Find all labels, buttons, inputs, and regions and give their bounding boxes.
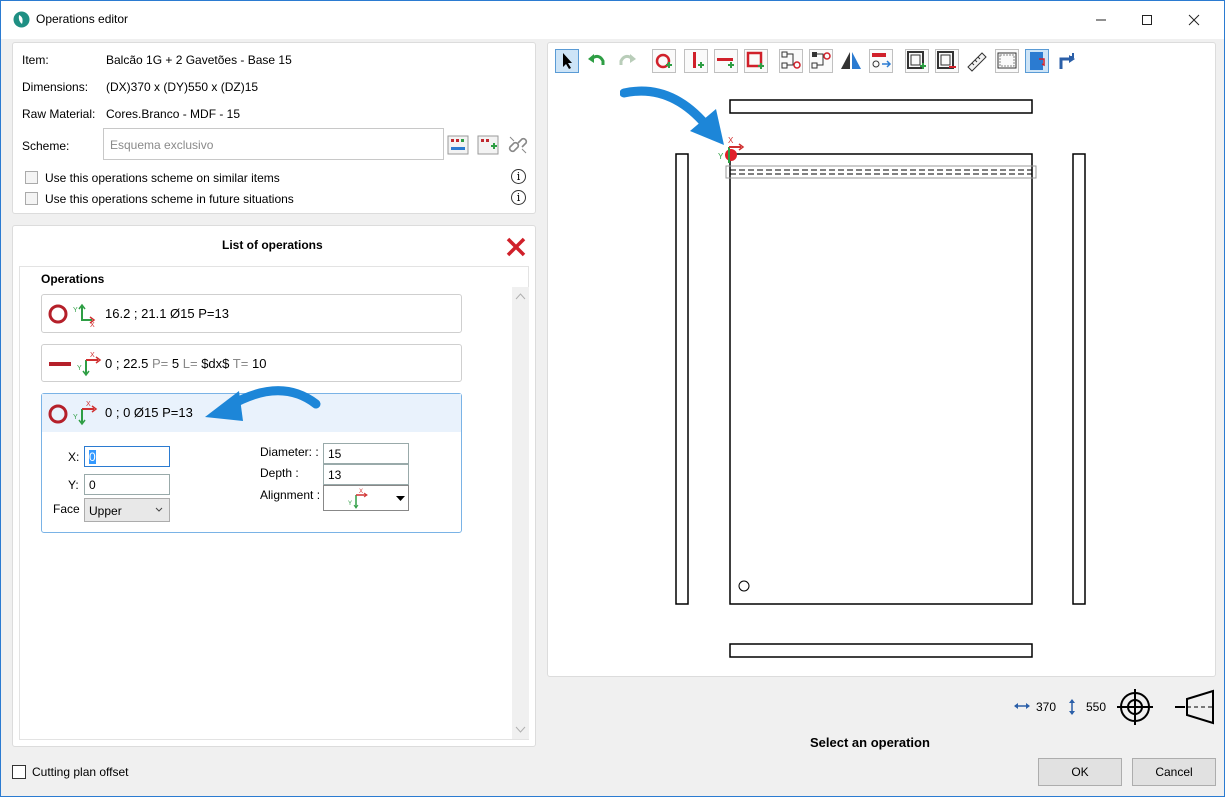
unlink-icon[interactable] bbox=[507, 134, 529, 156]
groove-operation-icon: YX bbox=[49, 352, 102, 377]
item-info-panel: Item: Balcão 1G + 2 Gavetões - Base 15 D… bbox=[12, 42, 536, 214]
delete-operation-icon[interactable] bbox=[505, 236, 527, 258]
operations-scrollbar[interactable] bbox=[512, 287, 529, 739]
scheme-placeholder: Esquema exclusivo bbox=[110, 138, 214, 152]
future-situations-label: Use this operations scheme in future sit… bbox=[45, 192, 294, 206]
svg-text:X: X bbox=[90, 322, 95, 328]
add-horizontal-groove-icon[interactable] bbox=[714, 49, 738, 73]
status-message: Select an operation bbox=[810, 735, 930, 750]
window-title: Operations editor bbox=[36, 12, 129, 26]
crosshair-target-icon[interactable] bbox=[1115, 688, 1155, 726]
dimensions-label: Dimensions: bbox=[22, 80, 89, 94]
operation-item-text: 16.2 ; 21.1 Ø15 P=13 bbox=[105, 306, 229, 321]
item-value: Balcão 1G + 2 Gavetões - Base 15 bbox=[106, 53, 292, 67]
scheme-input[interactable]: Esquema exclusivo bbox=[103, 128, 444, 160]
similar-items-info-icon[interactable]: i bbox=[511, 169, 526, 184]
rotate-view-icon[interactable] bbox=[1055, 49, 1079, 73]
x-label: X: bbox=[68, 450, 80, 464]
cancel-button[interactable]: Cancel bbox=[1132, 758, 1216, 786]
raw-material-label: Raw Material: bbox=[22, 107, 96, 121]
svg-text:X: X bbox=[359, 489, 363, 495]
face-select[interactable]: Upper bbox=[84, 498, 170, 522]
move-operation-icon[interactable] bbox=[869, 49, 893, 73]
ok-button[interactable]: OK bbox=[1038, 758, 1122, 786]
face-label: Face : bbox=[53, 502, 87, 516]
minimize-icon bbox=[1096, 19, 1106, 21]
close-window-button[interactable] bbox=[1171, 1, 1217, 39]
add-hinge-set-icon[interactable] bbox=[779, 49, 803, 73]
remove-frame-icon[interactable] bbox=[935, 49, 959, 73]
add-vertical-groove-icon[interactable] bbox=[684, 49, 708, 73]
depth-label: Depth : bbox=[260, 466, 299, 480]
dimensions-value: (DX)370 x (DY)550 x (DZ)15 bbox=[106, 80, 259, 94]
operation-item-text: 0 ; 0 Ø15 P=13 bbox=[105, 405, 193, 420]
svg-text:Y: Y bbox=[348, 501, 352, 507]
drawing-canvas-panel[interactable]: Y X bbox=[547, 42, 1216, 677]
annotation-arrow-icon bbox=[620, 86, 724, 145]
add-drawer-set-icon[interactable] bbox=[809, 49, 833, 73]
app-logo-icon bbox=[13, 11, 30, 28]
add-frame-icon[interactable] bbox=[905, 49, 929, 73]
measure-ruler-icon[interactable] bbox=[965, 49, 989, 73]
future-situations-checkbox[interactable] bbox=[25, 192, 38, 205]
cutting-plan-offset-label: Cutting plan offset bbox=[32, 765, 129, 779]
redo-icon[interactable] bbox=[615, 49, 639, 73]
operation-item[interactable]: YX 0 ; 22.5 P= 5 L= $dx$ T= 10 bbox=[41, 344, 462, 382]
maximize-button[interactable] bbox=[1124, 1, 1170, 39]
alignment-select[interactable]: YX bbox=[323, 485, 409, 511]
operations-section-title: Operations bbox=[41, 272, 105, 286]
dropdown-arrow-icon bbox=[396, 496, 405, 501]
height-arrow-icon bbox=[1069, 699, 1075, 715]
y-label: Y: bbox=[68, 478, 79, 492]
future-situations-info-icon[interactable]: i bbox=[511, 190, 526, 205]
scroll-down-icon[interactable] bbox=[512, 722, 529, 736]
select-pointer-icon[interactable] bbox=[555, 49, 579, 73]
x-input[interactable]: 0 bbox=[84, 446, 170, 467]
show-dimensions-icon[interactable] bbox=[1025, 49, 1049, 73]
scheme-new-icon[interactable] bbox=[477, 135, 499, 155]
annotation-arrow-icon bbox=[205, 386, 321, 421]
item-label: Item: bbox=[22, 53, 49, 67]
operation-item[interactable]: YX 16.2 ; 21.1 Ø15 P=13 bbox=[41, 294, 462, 333]
close-icon bbox=[1188, 14, 1200, 26]
operations-panel-title: List of operations bbox=[222, 238, 323, 252]
undo-icon[interactable] bbox=[585, 49, 609, 73]
svg-text:Y: Y bbox=[718, 152, 724, 161]
add-drill-icon[interactable] bbox=[652, 49, 676, 73]
svg-text:Y: Y bbox=[73, 414, 78, 421]
operation-item-text: 0 ; 22.5 P= 5 L= $dx$ T= 10 bbox=[105, 356, 267, 371]
raw-material-value: Cores.Branco - MDF - 15 bbox=[106, 107, 241, 121]
dimension-y-value: 550 bbox=[1086, 700, 1107, 714]
diameter-label: Diameter: : bbox=[260, 445, 319, 459]
add-pocket-icon[interactable] bbox=[744, 49, 768, 73]
similar-items-checkbox[interactable] bbox=[25, 171, 38, 184]
chevron-down-icon bbox=[155, 507, 163, 512]
cutting-plan-offset-checkbox[interactable] bbox=[12, 765, 26, 779]
scroll-up-icon[interactable] bbox=[512, 290, 529, 304]
dimension-x-value: 370 bbox=[1036, 700, 1057, 714]
width-arrow-icon bbox=[1014, 703, 1030, 709]
panel-outline-icon[interactable] bbox=[995, 49, 1019, 73]
depth-input[interactable]: 13 bbox=[323, 464, 409, 485]
minimize-button[interactable] bbox=[1078, 1, 1124, 39]
projection-view-icon[interactable] bbox=[1173, 689, 1217, 725]
svg-text:Y: Y bbox=[73, 307, 78, 314]
maximize-icon bbox=[1142, 15, 1152, 25]
y-input[interactable]: 0 bbox=[84, 474, 170, 495]
similar-items-label: Use this operations scheme on similar it… bbox=[45, 171, 280, 185]
alignment-label: Alignment : bbox=[260, 488, 321, 502]
svg-text:X: X bbox=[90, 352, 95, 359]
scheme-save-icon[interactable] bbox=[447, 135, 469, 155]
drill-operation-icon: YX bbox=[48, 401, 98, 426]
title-bar: Operations editor bbox=[1, 1, 1224, 39]
operations-editor-window: Operations editor Item: Balcão 1G + 2 Ga… bbox=[0, 0, 1225, 797]
svg-text:X: X bbox=[86, 401, 91, 408]
drill-operation-icon: YX bbox=[48, 303, 96, 328]
scheme-label: Scheme: bbox=[22, 139, 70, 153]
diameter-input[interactable]: 15 bbox=[323, 443, 409, 464]
svg-text:Y: Y bbox=[77, 365, 82, 372]
mirror-icon[interactable] bbox=[839, 49, 863, 73]
alignment-origin-icon: YX bbox=[348, 489, 368, 509]
